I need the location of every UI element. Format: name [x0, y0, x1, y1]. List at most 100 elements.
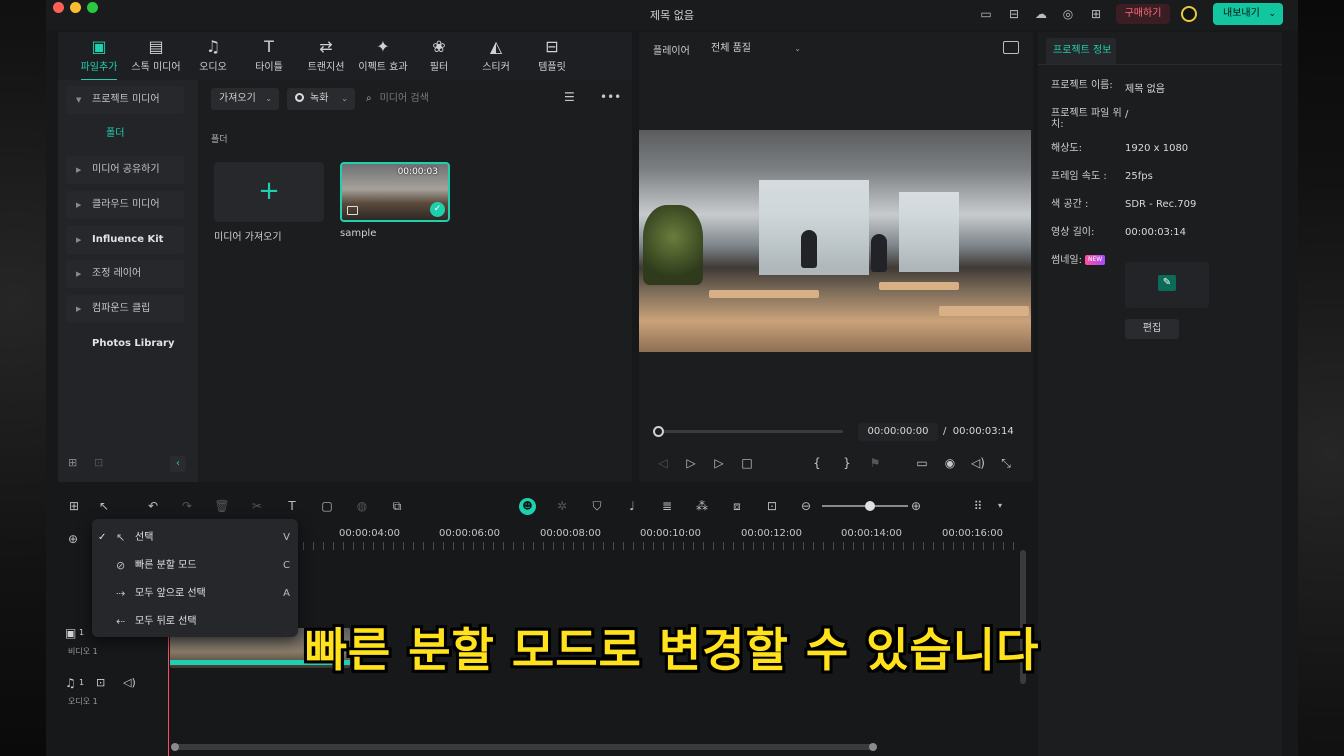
tab-effects[interactable]: ✦ 이펙트 효과 — [355, 36, 411, 78]
folder-icon[interactable]: ⊡ — [94, 456, 103, 469]
shortcut-key: A — [283, 588, 290, 599]
tab-stickers[interactable]: ◭ 스티커 — [468, 36, 524, 78]
horizontal-scrollbar[interactable] — [171, 743, 877, 751]
video-preview[interactable] — [639, 130, 1031, 352]
fullscreen-icon[interactable]: ⤡ — [998, 456, 1014, 471]
import-dropdown[interactable]: 가져오기 ⌄ — [211, 88, 279, 110]
track-layout-icon[interactable]: ⠿ — [969, 498, 987, 514]
info-value-frame-rate: 25fps — [1125, 171, 1153, 182]
export-button[interactable]: 내보내기 ⌄ — [1213, 3, 1283, 25]
monitor-icon[interactable]: ▭ — [978, 6, 994, 22]
media-clip-thumbnail[interactable]: 00:00:03 ✓ — [340, 162, 450, 222]
stop-icon[interactable]: □ — [739, 456, 755, 470]
menu-item-select-forward[interactable]: ⇢ 모두 앞으로 선택 A — [92, 580, 298, 608]
select-tool-icon[interactable]: ↖ — [95, 498, 113, 514]
template-icon: ⊟ — [545, 37, 559, 56]
zoom-out-icon[interactable]: ⊖ — [797, 498, 815, 514]
marker-icon[interactable]: ⚑ — [867, 456, 883, 470]
speed-icon[interactable]: ⧉ — [388, 498, 406, 514]
headset-icon[interactable]: ◎ — [1060, 6, 1076, 22]
new-badge: NEW — [1084, 255, 1106, 265]
ai-mascot-icon[interactable]: ☻ — [519, 498, 536, 515]
import-media-tile[interactable]: + — [214, 162, 324, 222]
sidebar-item-project-media[interactable]: ▼ 프로젝트 미디어 — [66, 86, 184, 114]
title-t-icon: T — [264, 37, 274, 56]
record-dropdown[interactable]: 녹화 ⌄ — [287, 88, 355, 110]
tab-media[interactable]: ▣ 파일추가 — [71, 36, 127, 81]
playback-progress-knob[interactable] — [653, 426, 664, 437]
snapshot-image-icon[interactable] — [1003, 41, 1019, 54]
sidebar-item-adjustment-layer[interactable]: ▶ 조정 레이어 — [66, 260, 184, 288]
title-bar: 제목 없음 ▭ ⊟ ☁ ◎ ⊞ 구매하기 내보내기 ⌄ — [46, 0, 1298, 30]
video-scene — [939, 306, 1029, 316]
edit-thumbnail-button[interactable]: 편집 — [1125, 319, 1179, 339]
text-icon[interactable]: T — [283, 498, 301, 514]
media-search[interactable]: ⌕ 미디어 검색 — [366, 88, 546, 110]
audio-list-icon[interactable]: ≣ — [658, 498, 676, 514]
tab-label: 스티커 — [482, 62, 510, 73]
previous-frame-icon[interactable]: ◁ — [655, 456, 671, 470]
delete-icon[interactable]: 🗑 — [213, 498, 231, 514]
ruler-tick: 00:00:08:00 — [540, 528, 602, 539]
add-track-icon[interactable]: ⊕ — [68, 532, 78, 546]
collapse-sidebar-icon[interactable]: ‹ — [170, 456, 186, 472]
play-icon[interactable]: ▷ — [711, 456, 727, 470]
timeline-ruler[interactable]: 00:00:04:00 00:00:06:00 00:00:08:00 00:0… — [303, 528, 1023, 554]
sidebar-item-label: 프로젝트 미디어 — [92, 94, 160, 105]
grid-apps-icon[interactable]: ⊞ — [1088, 6, 1104, 22]
zoom-slider-knob[interactable] — [865, 501, 875, 511]
sidebar-item-shared-media[interactable]: ▶ 미디어 공유하기 — [66, 156, 184, 184]
save-icon[interactable]: ⊟ — [1006, 6, 1022, 22]
display-icon[interactable]: ▭ — [914, 456, 930, 470]
sidebar-item-folder[interactable]: 폴더 — [66, 120, 184, 148]
undo-icon[interactable]: ↶ — [144, 498, 162, 514]
redo-icon[interactable]: ↷ — [178, 498, 196, 514]
quality-dropdown[interactable]: 전체 품질 ⌄ — [705, 38, 807, 60]
buy-button[interactable]: 구매하기 — [1116, 4, 1170, 24]
mark-out-icon[interactable]: } — [839, 456, 855, 470]
auto-highlight-icon[interactable]: ✲ — [553, 498, 571, 514]
sidebar-item-photos-library[interactable]: Photos Library — [66, 330, 184, 358]
tab-transitions[interactable]: ⇄ 트랜지션 — [298, 36, 354, 78]
crop-icon[interactable]: ▢ — [318, 498, 336, 514]
filter-sort-icon[interactable]: ☰ — [564, 90, 575, 104]
menu-item-quick-split[interactable]: ⊘ 빠른 분할 모드 C — [92, 552, 298, 580]
tab-project-info[interactable]: 프로젝트 정보 — [1046, 38, 1116, 64]
volume-icon[interactable]: ◁) — [970, 456, 986, 470]
fit-icon[interactable]: ⊡ — [763, 498, 781, 514]
thumbnail-box[interactable]: ✎ — [1125, 262, 1209, 308]
cloud-upload-icon[interactable]: ☁ — [1033, 6, 1049, 22]
playback-progress-track[interactable] — [657, 430, 843, 433]
shield-icon[interactable]: ⛉ — [588, 498, 606, 514]
color-icon[interactable]: ◍ — [353, 498, 371, 514]
split-scissors-icon[interactable]: ✂ — [248, 498, 266, 514]
tab-audio[interactable]: ♫ 오디오 — [185, 36, 241, 78]
camera-icon[interactable]: ◉ — [942, 456, 958, 470]
sidebar-item-cloud-media[interactable]: ▶ 클라우드 미디어 — [66, 191, 184, 219]
tab-templates[interactable]: ⊟ 템플릿 — [524, 36, 580, 78]
video-scene — [899, 192, 959, 272]
mark-in-icon[interactable]: { — [809, 456, 825, 470]
account-avatar[interactable] — [1181, 6, 1197, 22]
scroll-handle-right[interactable] — [869, 743, 877, 751]
record-dropdown-label: 녹화 — [310, 93, 329, 104]
new-folder-icon[interactable]: ⊞ — [68, 456, 77, 469]
tab-titles[interactable]: T 타이틀 — [241, 36, 297, 78]
info-value-file-location: / — [1125, 109, 1129, 120]
menu-item-label: 빠른 분할 모드 — [135, 560, 197, 571]
scroll-handle-left[interactable] — [171, 743, 179, 751]
chevron-down-icon[interactable]: ▾ — [991, 498, 1009, 514]
sidebar-item-compound-clip[interactable]: ▶ 컴파운드 클립 — [66, 295, 184, 323]
play-from-start-icon[interactable]: ▷ — [683, 456, 699, 470]
layout-grid-icon[interactable]: ⊞ — [65, 498, 83, 514]
tab-filters[interactable]: ❀ 필터 — [411, 36, 467, 78]
tab-stock-media[interactable]: ▤ 스톡 미디어 — [128, 36, 184, 78]
microphone-icon[interactable]: ♩ — [623, 498, 641, 514]
more-options-icon[interactable]: ••• — [600, 90, 621, 104]
menu-item-select[interactable]: ✓ ↖ 선택 V — [92, 524, 298, 552]
sidebar-item-label: 클라우드 미디어 — [92, 199, 160, 210]
sidebar-item-influence-kit[interactable]: ▶ Influence Kit — [66, 226, 184, 254]
ai-cut-icon[interactable]: ⁂ — [693, 498, 711, 514]
preview-render-icon[interactable]: ⧈ — [728, 498, 746, 514]
zoom-in-icon[interactable]: ⊕ — [907, 498, 925, 514]
